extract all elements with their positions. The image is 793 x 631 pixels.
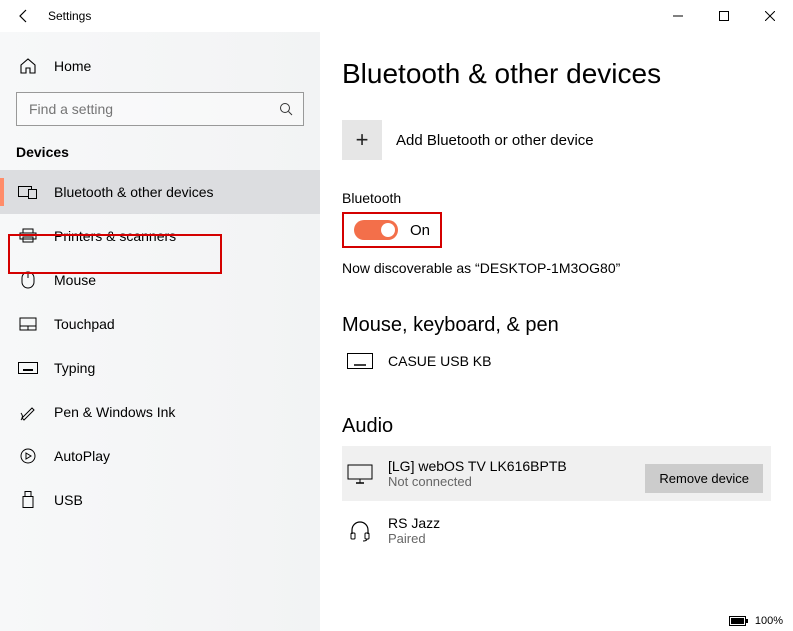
home-icon (18, 57, 38, 75)
sidebar-item-usb[interactable]: USB (0, 478, 320, 522)
window-title: Settings (48, 9, 91, 23)
toggle-state-label: On (410, 222, 430, 239)
home-link[interactable]: Home (0, 44, 320, 88)
category-mkp: Mouse, keyboard, & pen (342, 314, 771, 337)
page-heading: Bluetooth & other devices (342, 58, 771, 90)
nav-label: AutoPlay (54, 448, 110, 464)
device-headphones[interactable]: RS Jazz Paired (342, 507, 771, 554)
sidebar-section: Devices (0, 140, 320, 170)
device-status: Not connected (388, 474, 567, 489)
device-name: [LG] webOS TV LK616BPTB (388, 458, 567, 474)
nav-label: Bluetooth & other devices (54, 184, 214, 200)
sidebar-item-pen[interactable]: Pen & Windows Ink (0, 390, 320, 434)
bluetooth-toggle[interactable] (354, 220, 398, 240)
minimize-button[interactable] (655, 0, 701, 32)
nav-label: USB (54, 492, 83, 508)
plus-icon: + (342, 120, 382, 160)
bluetooth-label: Bluetooth (342, 190, 771, 206)
sidebar: Home Devices Bluetooth & other devices (0, 32, 320, 631)
battery-status: 100% (729, 615, 783, 627)
maximize-button[interactable] (701, 0, 747, 32)
sidebar-item-bluetooth[interactable]: Bluetooth & other devices (0, 170, 320, 214)
usb-icon (18, 491, 38, 509)
device-status: Paired (388, 531, 440, 546)
annotation-highlight-toggle: On (342, 212, 442, 248)
device-keyboard[interactable]: CASUE USB KB (342, 345, 771, 377)
pen-icon (18, 403, 38, 421)
device-name: RS Jazz (388, 515, 440, 531)
sidebar-item-typing[interactable]: Typing (0, 346, 320, 390)
sidebar-item-touchpad[interactable]: Touchpad (0, 302, 320, 346)
close-button[interactable] (747, 0, 793, 32)
search-box[interactable] (16, 92, 304, 126)
touchpad-icon (18, 317, 38, 331)
sidebar-item-printers[interactable]: Printers & scanners (0, 214, 320, 258)
nav-label: Mouse (54, 272, 96, 288)
back-button[interactable] (0, 8, 48, 24)
device-name: CASUE USB KB (388, 353, 491, 369)
home-label: Home (54, 58, 91, 74)
search-icon (279, 102, 293, 116)
device-tv[interactable]: [LG] webOS TV LK616BPTB Not connected Re… (342, 446, 771, 501)
main-content: Bluetooth & other devices + Add Bluetoot… (320, 32, 793, 631)
toggle-knob (381, 223, 395, 237)
discoverable-text: Now discoverable as “DESKTOP-1M3OG80” (342, 260, 771, 276)
monitor-icon (346, 464, 374, 484)
keyboard-icon (18, 362, 38, 374)
battery-icon (729, 615, 749, 627)
printer-icon (18, 228, 38, 244)
sidebar-item-mouse[interactable]: Mouse (0, 258, 320, 302)
autoplay-icon (18, 448, 38, 464)
nav-label: Pen & Windows Ink (54, 404, 175, 420)
add-device-label: Add Bluetooth or other device (396, 132, 594, 149)
titlebar: Settings (0, 0, 793, 32)
search-input[interactable] (27, 100, 279, 118)
nav-label: Typing (54, 360, 95, 376)
nav-label: Printers & scanners (54, 228, 176, 244)
add-device-button[interactable]: + Add Bluetooth or other device (342, 120, 771, 160)
mouse-icon (18, 271, 38, 289)
devices-icon (18, 184, 38, 200)
keyboard-device-icon (346, 353, 374, 369)
nav-label: Touchpad (54, 316, 115, 332)
battery-percent: 100% (755, 615, 783, 627)
sidebar-item-autoplay[interactable]: AutoPlay (0, 434, 320, 478)
remove-device-button[interactable]: Remove device (645, 464, 763, 493)
category-audio: Audio (342, 415, 771, 438)
headset-icon (346, 520, 374, 542)
